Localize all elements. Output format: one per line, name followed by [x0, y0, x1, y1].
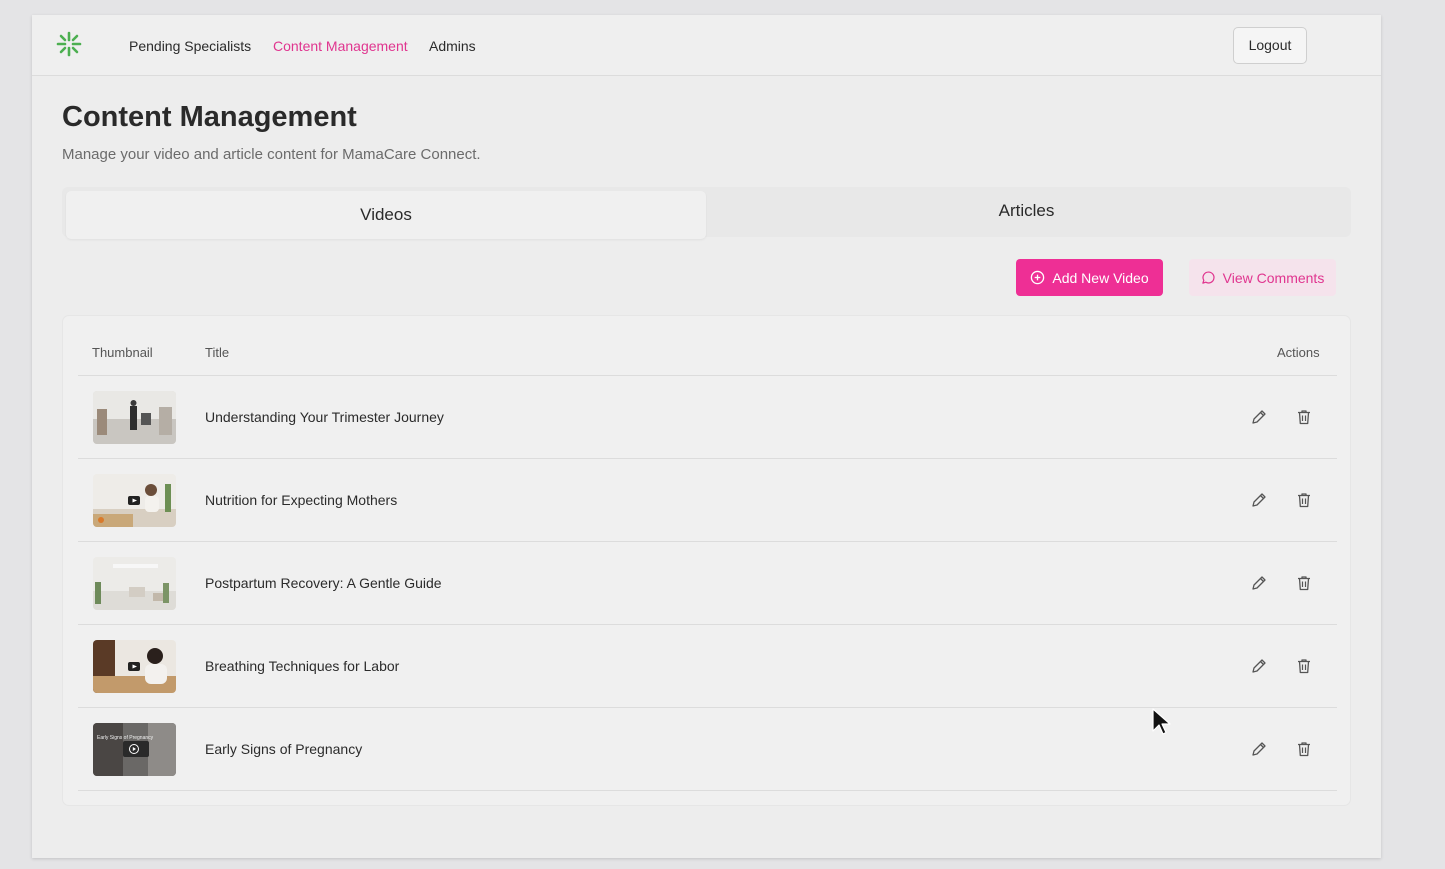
tab-articles[interactable]: Articles: [706, 187, 1347, 235]
table-row: Understanding Your Trimester Journey: [78, 376, 1337, 459]
table-row: Breathing Techniques for Labor: [78, 625, 1337, 708]
video-title: Early Signs of Pregnancy: [205, 741, 363, 757]
logout-button[interactable]: Logout: [1233, 27, 1307, 64]
nav-link-content-management[interactable]: Content Management: [273, 38, 408, 54]
video-thumbnail[interactable]: [93, 474, 176, 527]
comment-icon: [1201, 271, 1215, 284]
video-thumbnail[interactable]: [93, 557, 176, 610]
logo-icon: [56, 31, 82, 57]
edit-icon[interactable]: [1250, 408, 1268, 426]
column-header-title: Title: [205, 345, 230, 360]
column-header-thumbnail: Thumbnail: [92, 345, 153, 360]
thumbnail-caption: Early Signs of Pregnancy: [97, 735, 154, 741]
edit-icon[interactable]: [1250, 657, 1268, 675]
content-tabs: Videos Articles: [62, 187, 1351, 239]
video-thumbnail[interactable]: [93, 391, 176, 444]
table-row: Postpartum Recovery: A Gentle Guide: [78, 542, 1337, 625]
tab-videos[interactable]: Videos: [66, 191, 706, 239]
trash-icon[interactable]: [1295, 574, 1313, 592]
mouse-cursor-icon: [1152, 708, 1171, 735]
page-title: Content Management: [62, 101, 357, 133]
trash-icon[interactable]: [1295, 740, 1313, 758]
add-new-video-label: Add New Video: [1052, 269, 1149, 286]
table-row: Early Signs of Pregnancy Early Signs of …: [78, 708, 1337, 791]
view-comments-label: View Comments: [1222, 269, 1325, 286]
nav-link-pending-specialists[interactable]: Pending Specialists: [129, 38, 251, 54]
top-navbar: Pending Specialists Content Management A…: [32, 15, 1381, 76]
trash-icon[interactable]: [1295, 491, 1313, 509]
edit-icon[interactable]: [1250, 574, 1268, 592]
edit-icon[interactable]: [1250, 491, 1268, 509]
edit-icon[interactable]: [1250, 740, 1268, 758]
trash-icon[interactable]: [1295, 408, 1313, 426]
table-row: Nutrition for Expecting Mothers: [78, 459, 1337, 542]
video-title: Nutrition for Expecting Mothers: [205, 492, 398, 508]
video-title: Understanding Your Trimester Journey: [205, 409, 444, 425]
video-title: Postpartum Recovery: A Gentle Guide: [205, 575, 442, 591]
trash-icon[interactable]: [1295, 657, 1313, 675]
nav-link-admins[interactable]: Admins: [429, 38, 476, 54]
add-new-video-button[interactable]: Add New Video: [1016, 259, 1163, 296]
video-thumbnail[interactable]: [93, 640, 176, 693]
page-subtitle: Manage your video and article content fo…: [62, 146, 481, 163]
plus-circle-icon: [1031, 270, 1045, 285]
view-comments-button[interactable]: View Comments: [1189, 259, 1336, 296]
video-thumbnail[interactable]: Early Signs of Pregnancy: [93, 723, 176, 776]
column-header-actions: Actions: [1277, 345, 1320, 360]
video-title: Breathing Techniques for Labor: [205, 658, 400, 674]
app-window: Pending Specialists Content Management A…: [32, 15, 1381, 858]
